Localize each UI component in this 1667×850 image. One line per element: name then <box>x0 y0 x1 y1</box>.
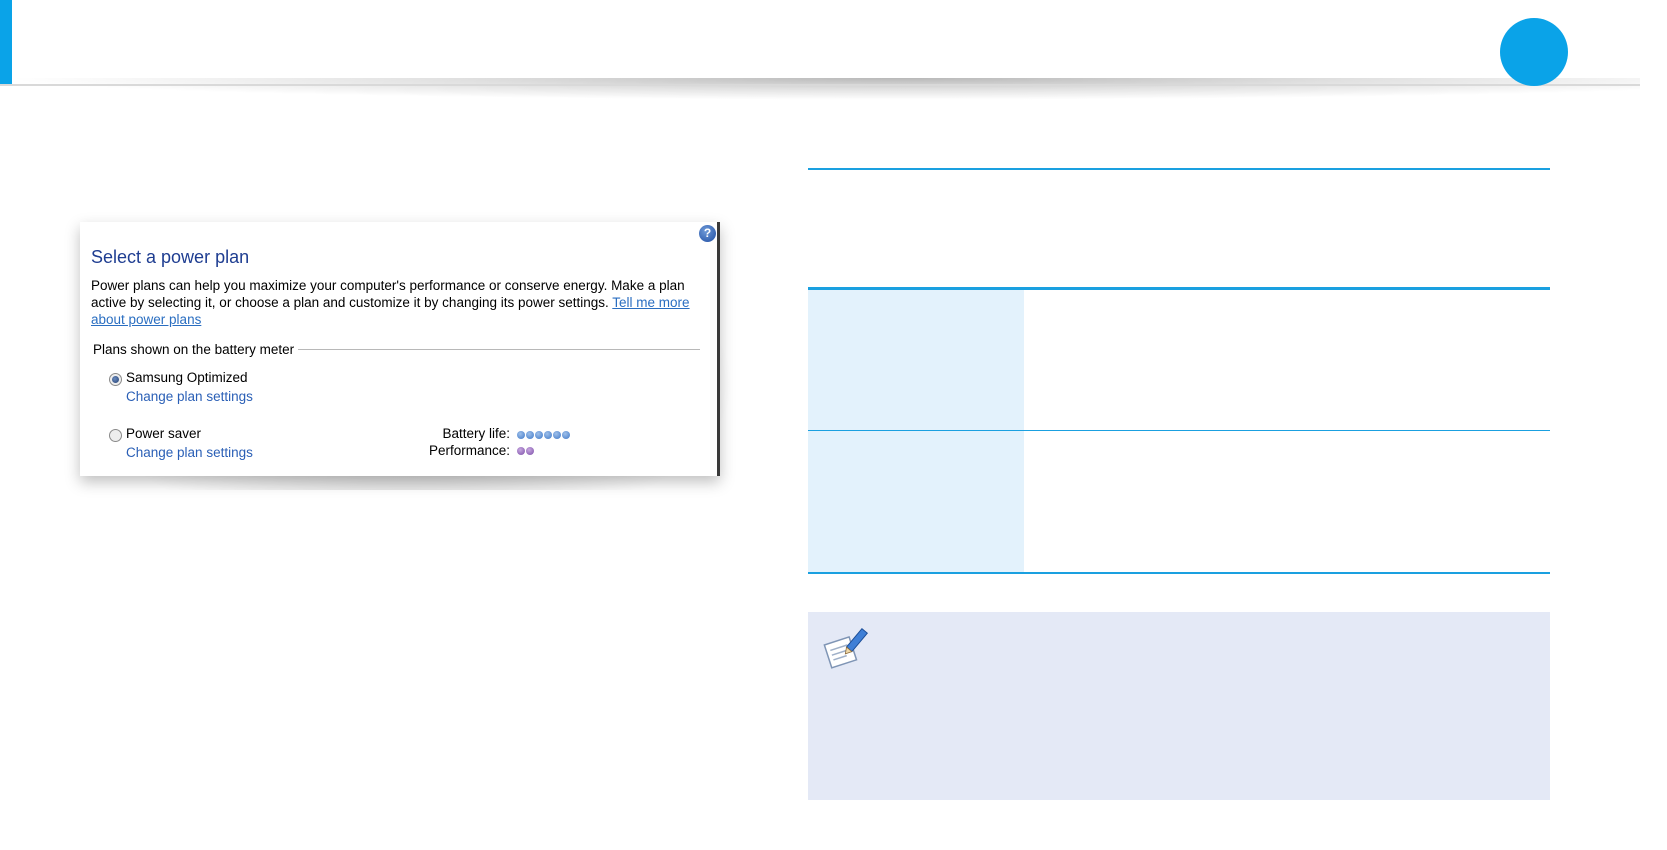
accent-bar <box>0 0 12 86</box>
change-plan-settings-link-2[interactable]: Change plan settings <box>126 445 253 460</box>
plan-name-samsung-optimized: Samsung Optimized <box>126 370 248 385</box>
description-text: Power plans can help you maximize your c… <box>91 278 685 310</box>
table-bottom-rule <box>808 572 1550 574</box>
table-row-2-header-cell <box>808 431 1024 572</box>
chapter-circle <box>1500 18 1568 86</box>
header-shadow <box>0 78 1640 100</box>
battery-dot <box>535 431 543 439</box>
plan-name-power-saver: Power saver <box>126 426 202 441</box>
performance-dot <box>526 447 534 455</box>
question-mark-icon[interactable]: ? <box>699 225 716 242</box>
performance-label: Performance: <box>428 443 510 458</box>
change-plan-settings-link-1[interactable]: Change plan settings <box>126 389 253 404</box>
section-rule <box>808 168 1550 170</box>
window-edge <box>717 222 720 476</box>
radio-power-saver[interactable] <box>109 429 122 442</box>
info-table <box>808 287 1550 574</box>
group-divider <box>298 349 700 350</box>
dialog-title: Select a power plan <box>91 247 250 267</box>
battery-dot <box>562 431 570 439</box>
table-row-1-header-cell <box>808 290 1024 430</box>
battery-life-meter <box>517 431 570 439</box>
radio-samsung-optimized[interactable] <box>109 373 122 386</box>
performance-meter <box>517 447 534 455</box>
battery-dot <box>544 431 552 439</box>
performance-dot <box>517 447 525 455</box>
battery-life-label: Battery life: <box>442 426 510 441</box>
dialog-description: Power plans can help you maximize your c… <box>91 277 691 328</box>
note-box <box>808 612 1550 800</box>
battery-dot <box>517 431 525 439</box>
battery-dot <box>526 431 534 439</box>
header-divider <box>0 84 1640 86</box>
battery-dot <box>553 431 561 439</box>
note-pencil-icon <box>823 627 869 669</box>
power-plan-screenshot: ? Select a power plan Power plans can he… <box>80 222 720 476</box>
group-label: Plans shown on the battery meter <box>93 342 295 357</box>
